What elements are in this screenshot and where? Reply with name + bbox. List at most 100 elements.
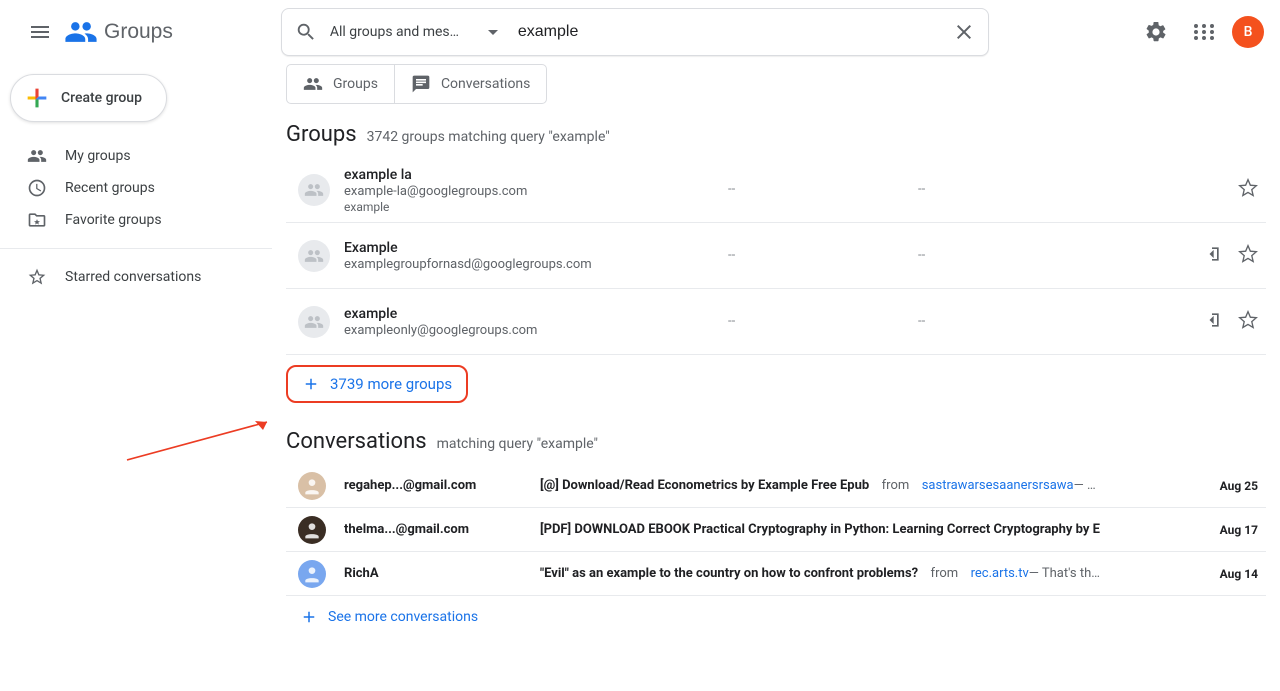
header: Groups All groups and mes… B (0, 0, 1280, 64)
sender-avatar (298, 516, 326, 544)
tab-label: Groups (333, 76, 378, 92)
main-menu-button[interactable] (16, 8, 64, 56)
group-row[interactable]: Example examplegroupfornasd@googlegroups… (286, 223, 1266, 289)
plus-icon (302, 375, 320, 393)
group-email: examplegroupfornasd@googlegroups.com (344, 257, 728, 273)
tab-conversations[interactable]: Conversations (394, 65, 546, 103)
group-icon (304, 180, 324, 200)
leave-icon (1202, 310, 1222, 330)
plus-icon (300, 608, 318, 626)
search-button[interactable] (282, 21, 330, 43)
star-button[interactable] (1238, 244, 1258, 268)
conversation-subject: [@] Download/Read Econometrics by Exampl… (540, 478, 869, 493)
settings-button[interactable] (1136, 12, 1176, 52)
conversation-subject-wrap: [PDF] DOWNLOAD EBOOK Practical Cryptogra… (540, 522, 1192, 537)
more-conversations-label: See more conversations (328, 609, 478, 625)
gear-icon (1144, 20, 1168, 44)
group-info: example la example-la@googlegroups.com e… (344, 166, 728, 214)
search-icon (295, 21, 317, 43)
group-name: example (344, 305, 728, 323)
close-icon (952, 20, 976, 44)
create-group-label: Create group (61, 90, 142, 106)
main: Groups Conversations Groups 3742 groups … (272, 64, 1280, 691)
conversation-row[interactable]: RichA "Evil" as an example to the countr… (286, 552, 1266, 596)
account-avatar[interactable]: B (1232, 16, 1264, 48)
group-row-actions (1202, 310, 1258, 334)
group-avatar (298, 174, 330, 206)
groups-section-header: Groups 3742 groups matching query "examp… (286, 122, 1266, 147)
conversation-icon (411, 74, 431, 94)
favorite-folder-icon (27, 210, 47, 230)
more-groups-link[interactable]: 3739 more groups (302, 375, 452, 393)
group-row-actions (1202, 244, 1258, 268)
sidebar: Create group My groups Recent groups Fav… (0, 64, 272, 691)
sidebar-item-label: Favorite groups (65, 212, 162, 228)
group-icon (27, 146, 47, 166)
header-actions: B (1136, 12, 1264, 52)
leave-icon (1202, 244, 1222, 264)
conversation-sender: thelma...@gmail.com (344, 522, 540, 537)
tab-groups[interactable]: Groups (287, 65, 394, 103)
leave-group-button[interactable] (1202, 310, 1222, 334)
person-icon (302, 476, 322, 496)
apps-grid-icon (1192, 20, 1216, 44)
sidebar-item-my-groups[interactable]: My groups (0, 140, 260, 172)
product-logo[interactable]: Groups (64, 15, 173, 49)
sidebar-divider (0, 248, 272, 249)
conversation-group-link[interactable]: rec.arts.tv (971, 566, 1029, 581)
conversation-date: Aug 25 (1192, 479, 1258, 493)
person-icon (302, 564, 322, 584)
star-button[interactable] (1238, 178, 1258, 202)
star-button[interactable] (1238, 310, 1258, 334)
conversations-section-header: Conversations matching query "example" (286, 429, 1266, 454)
section-title: Conversations (286, 429, 427, 454)
group-info: example exampleonly@googlegroups.com (344, 305, 728, 339)
more-groups-highlight: 3739 more groups (286, 365, 468, 403)
plus-multicolor-icon (23, 84, 51, 112)
search-scope-dropdown[interactable]: All groups and mes… (330, 24, 498, 40)
group-row[interactable]: example exampleonly@googlegroups.com -- … (286, 289, 1266, 355)
conversation-date: Aug 17 (1192, 523, 1258, 537)
group-email: example-la@googlegroups.com (344, 184, 728, 200)
conversation-sender: RichA (344, 566, 540, 581)
groups-logo-icon (64, 15, 98, 49)
search-bar: All groups and mes… (281, 8, 989, 56)
sender-avatar (298, 560, 326, 588)
star-outline-icon (1238, 310, 1258, 330)
sidebar-item-label: Recent groups (65, 180, 155, 196)
group-column-1: -- (728, 248, 918, 263)
see-more-conversations-link[interactable]: See more conversations (286, 596, 492, 638)
conversation-row[interactable]: regahep...@gmail.com [@] Download/Read E… (286, 464, 1266, 508)
clock-icon (27, 178, 47, 198)
person-icon (302, 520, 322, 540)
conversation-subject: "Evil" as an example to the country on h… (540, 566, 918, 581)
group-column-2: -- (918, 248, 1108, 263)
leave-group-button[interactable] (1202, 244, 1222, 268)
sidebar-item-recent-groups[interactable]: Recent groups (0, 172, 260, 204)
create-group-button[interactable]: Create group (10, 74, 167, 122)
conversation-subject-wrap: [@] Download/Read Econometrics by Exampl… (540, 478, 1192, 493)
conversation-date: Aug 14 (1192, 567, 1258, 581)
conversation-group-link[interactable]: sastrawarsesaanersrsawa (922, 478, 1074, 493)
conversation-snippet: — … (1074, 478, 1096, 493)
group-column-2: -- (918, 182, 1108, 197)
search-input[interactable] (518, 23, 940, 41)
conversation-sender: regahep...@gmail.com (344, 478, 540, 493)
from-label: from (924, 566, 965, 581)
group-icon (303, 74, 323, 94)
sidebar-item-favorite-groups[interactable]: Favorite groups (0, 204, 260, 236)
sidebar-item-label: My groups (65, 148, 131, 164)
more-groups-label: 3739 more groups (330, 375, 452, 393)
from-label: from (875, 478, 916, 493)
conversation-subject: [PDF] DOWNLOAD EBOOK Practical Cryptogra… (540, 522, 1100, 537)
group-name: example la (344, 166, 728, 184)
product-name: Groups (104, 20, 173, 44)
conversation-row[interactable]: thelma...@gmail.com [PDF] DOWNLOAD EBOOK… (286, 508, 1266, 552)
group-name: Example (344, 239, 728, 257)
group-row[interactable]: example la example-la@googlegroups.com e… (286, 157, 1266, 223)
clear-search-button[interactable] (940, 8, 988, 56)
group-info: Example examplegroupfornasd@googlegroups… (344, 239, 728, 273)
sender-avatar (298, 472, 326, 500)
apps-button[interactable] (1184, 12, 1224, 52)
sidebar-item-starred-conversations[interactable]: Starred conversations (0, 261, 260, 293)
